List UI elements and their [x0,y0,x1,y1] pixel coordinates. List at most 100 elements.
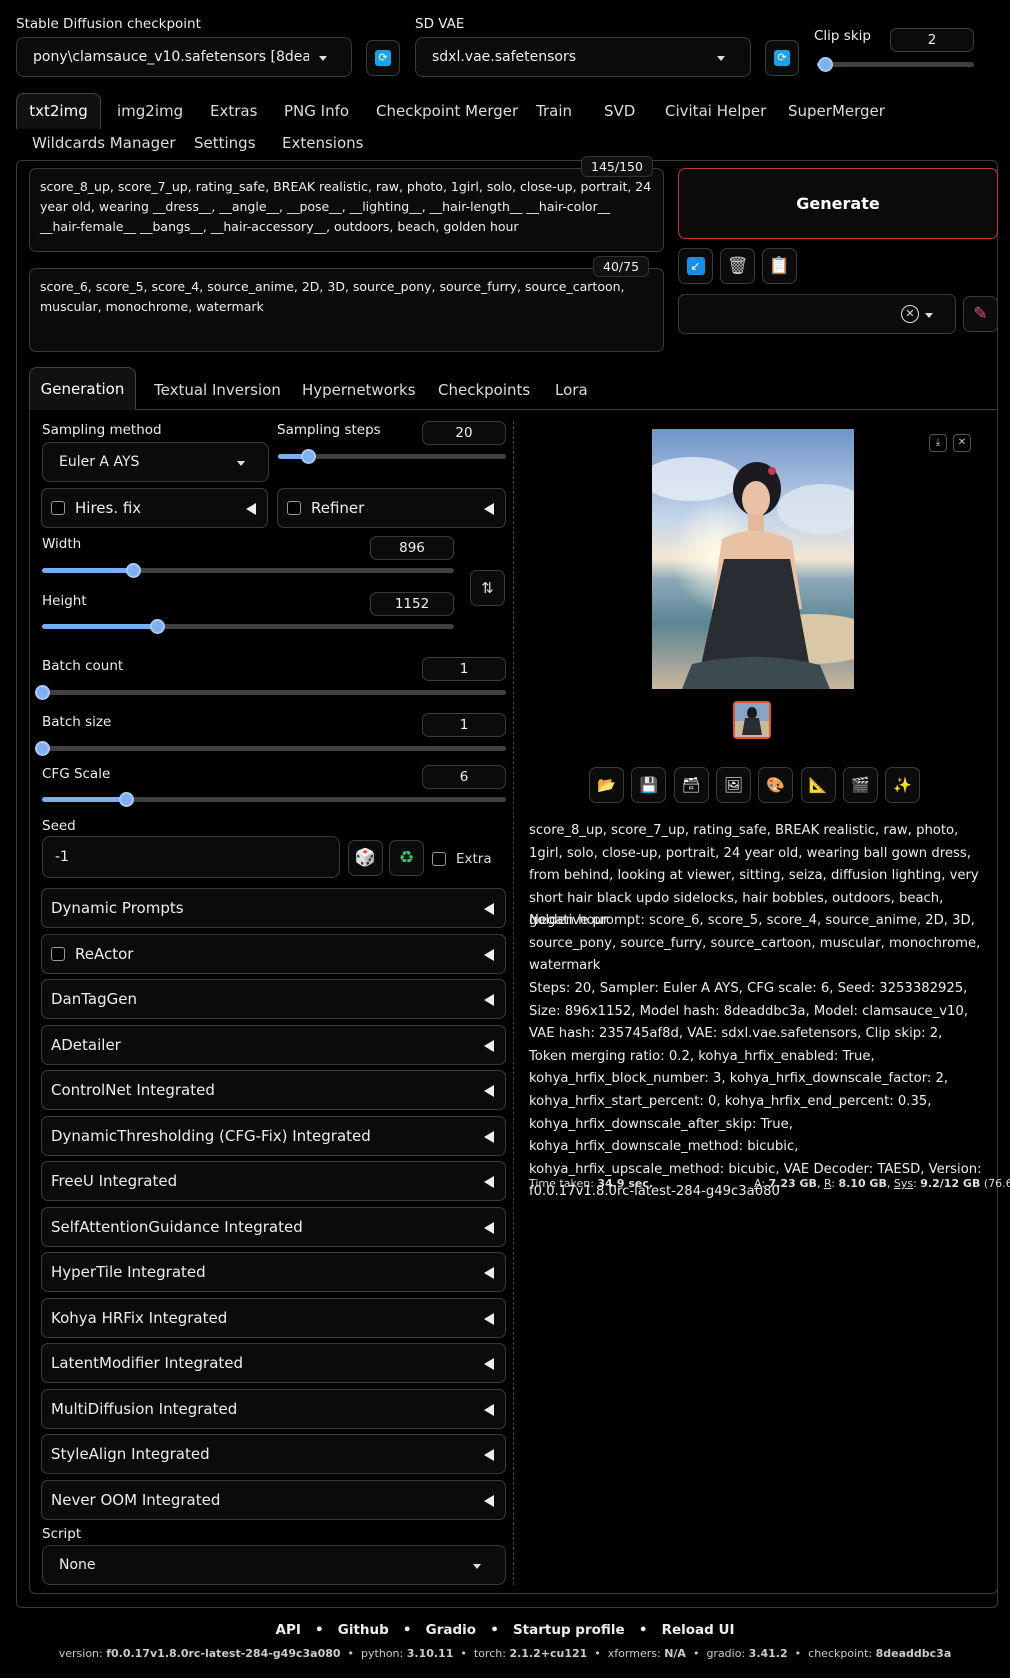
collapse-icon [484,1358,494,1370]
sparkle-button[interactable]: ✨ [885,767,921,803]
width-input[interactable]: 896 [370,536,454,560]
collapse-icon [484,1085,494,1097]
close-icon[interactable]: ✕ [953,434,971,452]
accordion-dynamic-prompts[interactable]: Dynamic Prompts [41,888,506,928]
tab-generation[interactable]: Generation [29,367,136,410]
tab-checkpoints[interactable]: Checkpoints [438,381,530,399]
height-input[interactable]: 1152 [370,592,454,616]
image-button[interactable]: 🖼 [715,767,751,803]
accordion-multidiffusion-integrated[interactable]: MultiDiffusion Integrated [41,1388,506,1429]
clipskip-input[interactable]: 2 [890,28,974,52]
sampling-steps-slider[interactable] [278,449,506,464]
ruler-button[interactable]: 📐 [800,767,836,803]
tab-wildcards-manager[interactable]: Wildcards Manager [32,134,176,152]
accordion-reactor[interactable]: ReActor [41,933,506,974]
vae-dropdown[interactable]: sdxl.vae.safetensors [415,37,751,77]
height-slider[interactable] [42,619,454,634]
positive-prompt[interactable]: score_8_up, score_7_up, rating_safe, BRE… [29,168,664,252]
accordion-dynamicthresholding-cfg-fix-integrated[interactable]: DynamicThresholding (CFG-Fix) Integrated [41,1115,506,1156]
cfg-slider[interactable] [42,792,506,807]
sampling-method-dropdown[interactable]: Euler A AYS [42,442,269,482]
folder-button[interactable]: 📂 [589,767,624,803]
tab-settings[interactable]: Settings [194,134,256,152]
tab-txt2img[interactable]: txt2img [16,93,101,129]
palette-button[interactable]: 🎨 [758,767,794,803]
batch-count-input[interactable]: 1 [422,657,506,681]
negative-token-counter: 40/75 [593,256,650,277]
tab-civitai-helper[interactable]: Civitai Helper [665,102,766,120]
tab-img2img[interactable]: img2img [117,102,183,120]
tab-checkpoint-merger[interactable]: Checkpoint Merger [376,102,518,120]
clipskip-label: Clip skip [814,28,871,44]
extra-seed-toggle[interactable]: Extra [432,851,492,867]
footer-link-api[interactable]: API [276,1622,301,1638]
download-icon[interactable]: ⤓ [929,434,947,452]
accordion-controlnet-integrated[interactable]: ControlNet Integrated [41,1070,506,1110]
thumbnail-selected[interactable] [733,701,771,739]
clear-icon[interactable]: ✕ [901,305,919,323]
accordion-selfattentionguidance-integrated[interactable]: SelfAttentionGuidance Integrated [41,1206,506,1247]
swap-dimensions-button[interactable]: ⇅ [470,570,505,606]
refiner-accordion[interactable]: Refiner [277,488,506,528]
footer-link-reload-ui[interactable]: Reload UI [662,1622,735,1638]
hires-fix-accordion[interactable]: Hires. fix [41,488,268,528]
tab-train[interactable]: Train [536,102,572,120]
batch-size-slider[interactable] [35,741,506,756]
footer-link-startup-profile[interactable]: Startup profile [513,1622,625,1638]
cfg-input[interactable]: 6 [422,765,506,789]
sampling-steps-input[interactable]: 20 [422,421,506,445]
reuse-seed-button[interactable]: ♻ [389,840,424,876]
accordion-hypertile-integrated[interactable]: HyperTile Integrated [41,1252,506,1292]
accordion-kohya-hrfix-integrated[interactable]: Kohya HRFix Integrated [41,1297,506,1338]
hires-fix-checkbox[interactable] [51,501,65,515]
accordion-latentmodifier-integrated[interactable]: LatentModifier Integrated [41,1343,506,1383]
accordion-checkbox[interactable] [51,946,65,961]
random-seed-button[interactable]: 🎲 [348,840,383,876]
accordion-label: Kohya HRFix Integrated [51,1308,228,1327]
paste-params-button[interactable]: ↙ [678,248,713,284]
negative-prompt[interactable]: score_6, score_5, score_4, source_anime,… [29,268,664,352]
tab-svd[interactable]: SVD [604,102,635,120]
sparkle-icon: ✨ [893,776,912,794]
style-apply-button[interactable]: 📋 [762,248,797,284]
collapse-icon [484,1267,494,1279]
mem-r-label: R [823,1177,832,1190]
width-slider[interactable] [42,563,454,578]
clear-prompt-button[interactable]: 🗑 [720,248,755,284]
refresh-vae-button[interactable]: ⟳ [765,40,799,76]
styles-dropdown[interactable]: ✕ [678,294,956,334]
tab-hypernetworks[interactable]: Hypernetworks [302,381,416,399]
collapse-icon [484,903,494,915]
tab-divider [135,409,998,410]
tab-png-info[interactable]: PNG Info [284,102,349,120]
accordion-adetailer[interactable]: ADetailer [41,1024,506,1065]
footer-link-github[interactable]: Github [338,1622,389,1638]
tab-textual-inversion[interactable]: Textual Inversion [154,381,281,399]
extra-checkbox[interactable] [432,852,446,866]
checkpoint-dropdown[interactable]: pony\clamsauce_v10.safetensors [8deaddbc… [16,37,352,77]
zip-button[interactable]: 🗃 [673,767,709,803]
accordion-dantaggen[interactable]: DanTagGen [41,979,506,1019]
tab-lora[interactable]: Lora [555,381,588,399]
seed-input[interactable]: -1 [42,836,340,878]
save-button[interactable]: 💾 [631,767,667,803]
script-dropdown[interactable]: None [42,1545,506,1585]
accordion-freeu-integrated[interactable]: FreeU Integrated [41,1161,506,1201]
edit-styles-button[interactable]: ✎ [963,296,998,332]
generated-image[interactable] [652,429,854,689]
batch-size-input[interactable]: 1 [422,713,506,737]
video-button[interactable]: 🎬 [842,767,878,803]
footer-link-gradio[interactable]: Gradio [426,1622,476,1638]
batch-count-slider[interactable] [35,685,506,700]
clipskip-slider[interactable] [817,57,974,72]
tab-supermerger[interactable]: SuperMerger [788,102,885,120]
refresh-checkpoint-button[interactable]: ⟳ [366,40,400,76]
accordion-never-oom-integrated[interactable]: Never OOM Integrated [41,1479,506,1520]
tab-extensions[interactable]: Extensions [282,134,363,152]
refiner-checkbox[interactable] [287,501,301,515]
generate-button[interactable]: Generate [678,168,998,239]
info-negative: Negative prompt: score_6, score_5, score… [529,913,981,974]
sampling-steps-label: Sampling steps [277,422,381,438]
tab-extras[interactable]: Extras [210,102,257,120]
accordion-stylealign-integrated[interactable]: StyleAlign Integrated [41,1434,506,1474]
